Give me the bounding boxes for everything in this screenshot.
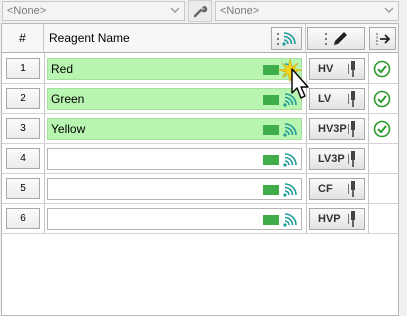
table-row: 4 LV3P (2, 144, 398, 174)
level-bar-icon (263, 155, 279, 165)
arrow-export-icon (376, 32, 390, 45)
signal-icon (283, 213, 297, 227)
reagent-name-text: Yellow (51, 122, 86, 136)
wrench-button[interactable] (188, 0, 212, 22)
row-number-button[interactable]: 3 (6, 118, 40, 139)
table-row: 3 Yellow HV3P (2, 114, 398, 144)
probe-icon (348, 121, 355, 137)
reagent-type-label: HVP (318, 213, 341, 225)
reagent-type-label: HV (318, 63, 334, 75)
reagent-type-button[interactable]: CF (309, 178, 365, 200)
table-row: 5 CF (2, 174, 398, 204)
table-row: 1 Red HV (2, 54, 398, 84)
signal-header-button[interactable] (271, 27, 302, 50)
type-header-button[interactable] (307, 27, 365, 50)
reagent-type-label: CF (318, 183, 333, 195)
reagent-name-field[interactable]: Red (47, 58, 302, 80)
probe-icon (348, 211, 355, 227)
table-row: 2 Green LV (2, 84, 398, 114)
level-bar-icon (263, 95, 279, 105)
chevron-down-icon (170, 7, 180, 13)
check-circle-icon (373, 120, 391, 138)
level-bar-icon (263, 215, 279, 225)
wrench-icon (193, 5, 208, 18)
signal-icon (283, 183, 297, 197)
level-bar-icon (263, 185, 279, 195)
right-combo[interactable]: <None> (215, 1, 399, 21)
probe-icon (348, 91, 355, 107)
export-header-button[interactable] (369, 27, 396, 50)
reagent-type-button[interactable]: HV3P (309, 118, 365, 140)
reagent-type-button[interactable]: LV (309, 88, 365, 110)
mouse-cursor-icon (278, 58, 309, 99)
probe-icon (348, 61, 355, 77)
row-number-button[interactable]: 1 (6, 58, 40, 79)
check-circle-icon (373, 60, 391, 78)
column-header-reagent-name: Reagent Name (44, 24, 306, 53)
reagent-name-field[interactable]: Green (47, 88, 302, 110)
reagent-grid: # Reagent Name 1 Red HV 2 Green LV 3 Yel… (1, 23, 399, 316)
reagent-type-label: LV (318, 93, 332, 105)
reagent-type-label: LV3P (318, 153, 345, 165)
left-combo[interactable]: <None> (2, 1, 185, 21)
reagent-name-field[interactable] (47, 208, 302, 230)
toolbar: <None> <None> (0, 0, 407, 24)
probe-icon (348, 181, 355, 197)
row-number-button[interactable]: 6 (6, 208, 40, 229)
reagent-type-label: HV3P (318, 123, 347, 135)
chevron-down-icon (384, 7, 394, 13)
right-combo-value: <None> (220, 5, 260, 17)
reagent-type-button[interactable]: HVP (309, 208, 365, 230)
reagent-name-field[interactable] (47, 178, 302, 200)
row-number-button[interactable]: 2 (6, 88, 40, 109)
check-circle-icon (373, 90, 391, 108)
row-number-button[interactable]: 5 (6, 178, 40, 199)
signal-icon (283, 153, 297, 167)
reagent-name-text: Green (51, 92, 85, 106)
level-bar-icon (263, 65, 279, 75)
reagent-name-text: Red (51, 62, 74, 76)
level-bar-icon (263, 125, 279, 135)
reagent-type-button[interactable]: HV (309, 58, 365, 80)
reagent-type-button[interactable]: LV3P (309, 148, 365, 170)
reagent-name-field[interactable]: Yellow (47, 118, 302, 140)
grid-header: # Reagent Name (2, 24, 398, 53)
probe-icon (348, 151, 355, 167)
edit-pencil-icon (325, 31, 347, 45)
table-row: 6 HVP (2, 204, 398, 234)
row-divider (2, 233, 398, 234)
row-number-button[interactable]: 4 (6, 148, 40, 169)
reagent-name-field[interactable] (47, 148, 302, 170)
signal-icon (283, 123, 297, 137)
signal-settings-icon (276, 31, 296, 46)
left-combo-value: <None> (7, 5, 47, 17)
column-header-number: # (2, 24, 44, 53)
